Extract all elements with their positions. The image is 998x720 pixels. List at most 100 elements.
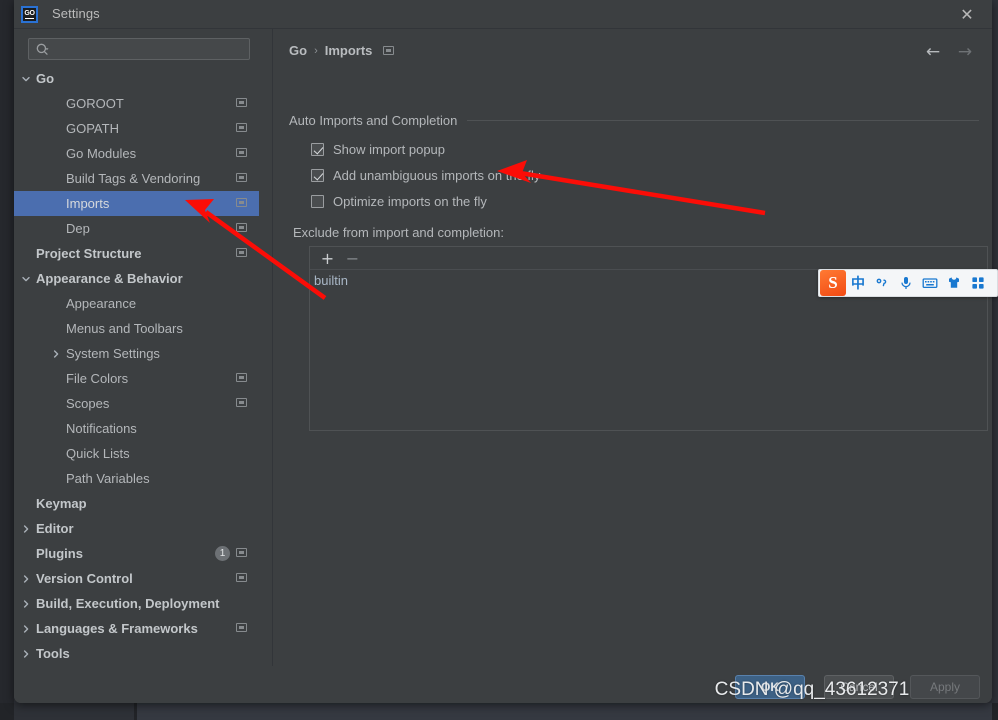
- chevron-right-icon[interactable]: [18, 646, 34, 662]
- ime-toolbar[interactable]: S 中: [818, 269, 998, 297]
- microphone-icon[interactable]: [894, 270, 918, 296]
- checkbox-row-optimize-imports[interactable]: Optimize imports on the fly: [311, 194, 487, 209]
- sidebar-item-appearance-behavior[interactable]: Appearance & Behavior: [14, 266, 259, 291]
- breadcrumb-root[interactable]: Go: [289, 43, 307, 58]
- sidebar-item-notifications[interactable]: Notifications: [14, 416, 259, 441]
- apply-button[interactable]: Apply: [910, 675, 980, 699]
- sidebar-item-label: System Settings: [66, 346, 160, 361]
- sidebar-item-keymap[interactable]: Keymap: [14, 491, 259, 516]
- background-taskbar-segment-right: [137, 703, 992, 720]
- checkbox-optimize-imports[interactable]: [311, 195, 324, 208]
- sogou-logo-icon[interactable]: S: [820, 270, 846, 296]
- sidebar-item-path-variables[interactable]: Path Variables: [14, 466, 259, 491]
- sidebar-item-project-structure[interactable]: Project Structure: [14, 241, 259, 266]
- section-header-auto-imports: Auto Imports and Completion: [289, 113, 979, 128]
- sidebar-item-go-modules[interactable]: Go Modules: [14, 141, 259, 166]
- sidebar-item-gopath[interactable]: GOPATH: [14, 116, 259, 141]
- sidebar-item-label: Languages & Frameworks: [36, 621, 198, 636]
- sidebar-item-plugins[interactable]: Plugins 1: [14, 541, 259, 566]
- checkbox-row-add-unambiguous-imports[interactable]: Add unambiguous imports on the fly: [311, 168, 540, 183]
- sidebar-item-scopes[interactable]: Scopes: [14, 391, 259, 416]
- sidebar-item-label: Tools: [36, 646, 70, 661]
- chevron-down-icon[interactable]: [18, 71, 34, 87]
- project-settings-icon: [236, 373, 247, 382]
- sidebar-item-label: Appearance: [66, 296, 137, 311]
- checkbox-show-import-popup[interactable]: [311, 143, 324, 156]
- project-settings-icon: [236, 198, 247, 207]
- watermark: CSDN @qq_43612371: [714, 679, 910, 700]
- project-settings-icon: [236, 173, 247, 182]
- skin-icon[interactable]: [942, 270, 966, 296]
- chevron-right-icon[interactable]: [48, 346, 64, 362]
- sidebar-item-file-colors[interactable]: File Colors: [14, 366, 259, 391]
- sidebar-item-menus-and-toolbars[interactable]: Menus and Toolbars: [14, 316, 259, 341]
- chevron-right-icon[interactable]: [18, 621, 34, 637]
- sidebar-item-label: Build, Execution, Deployment: [36, 596, 220, 611]
- close-icon[interactable]: ✕: [956, 5, 978, 25]
- project-settings-icon: [236, 223, 247, 232]
- sidebar-item-build-execution-deployment[interactable]: Build, Execution, Deployment: [14, 591, 259, 616]
- search-input[interactable]: [55, 40, 245, 58]
- sidebar-item-version-control[interactable]: Version Control: [14, 566, 259, 591]
- sidebar-item-editor[interactable]: Editor: [14, 516, 259, 541]
- sidebar-item-label: Project Structure: [36, 246, 142, 261]
- sidebar-item-label: GOPATH: [66, 121, 119, 136]
- sidebar-item-imports[interactable]: Imports: [14, 191, 259, 216]
- chinese-mode-icon[interactable]: 中: [846, 270, 870, 296]
- chevron-right-icon[interactable]: [18, 571, 34, 587]
- project-settings-icon: [236, 623, 247, 632]
- checkbox-label-show-import-popup: Show import popup: [333, 142, 446, 157]
- sidebar-item-appearance[interactable]: Appearance: [14, 291, 259, 316]
- sidebar-item-label: Version Control: [36, 571, 133, 586]
- chevron-right-icon[interactable]: [18, 521, 34, 537]
- sidebar-item-dep[interactable]: Dep: [14, 216, 259, 241]
- sidebar-item-label: Quick Lists: [66, 446, 130, 461]
- window-title: Settings: [52, 6, 100, 21]
- sidebar-item-label: Path Variables: [66, 471, 150, 486]
- toolbox-icon[interactable]: [966, 270, 990, 296]
- sidebar-item-badge: 1: [215, 546, 230, 561]
- arrow-right-icon[interactable]: →: [954, 42, 976, 62]
- project-settings-icon: [236, 573, 247, 582]
- punctuation-icon[interactable]: [870, 270, 894, 296]
- checkbox-label-add-unambiguous-imports: Add unambiguous imports on the fly: [333, 168, 541, 183]
- sidebar-item-label: Go: [36, 71, 55, 86]
- sidebar-item-build-tags-vendoring[interactable]: Build Tags & Vendoring: [14, 166, 259, 191]
- checkbox-label-optimize-imports: Optimize imports on the fly: [333, 194, 487, 209]
- add-icon[interactable]: +: [319, 250, 336, 267]
- exclude-list-label: Exclude from import and completion:: [293, 225, 504, 240]
- sidebar-scrollbar-track[interactable]: [262, 32, 518, 680]
- settings-sidebar: Go GOROOT GOPATH Go Modules Build Tags & Ven…: [14, 29, 259, 674]
- settings-content-panel: Go › Imports ← → Auto Imports and Comple…: [273, 29, 992, 674]
- search-icon: [35, 42, 51, 58]
- sidebar-item-label: Notifications: [66, 421, 137, 436]
- sidebar-item-quick-lists[interactable]: Quick Lists: [14, 441, 259, 466]
- remove-icon[interactable]: −: [344, 250, 361, 267]
- search-box[interactable]: [28, 38, 250, 60]
- checkbox-add-unambiguous-imports[interactable]: [311, 169, 324, 182]
- sidebar-item-label: Go Modules: [66, 146, 137, 161]
- chevron-right-icon[interactable]: [18, 596, 34, 612]
- sidebar-item-system-settings[interactable]: System Settings: [14, 341, 259, 366]
- sidebar-item-label: Plugins: [36, 546, 83, 561]
- settings-dialog: GO Settings ✕ Go GOROOT GOPATH Go Module…: [14, 0, 992, 703]
- go-logo-icon: GO: [21, 6, 38, 23]
- sidebar-item-label: Dep: [66, 221, 90, 236]
- project-settings-icon: [236, 123, 247, 132]
- sidebar-item-label: Keymap: [36, 496, 87, 511]
- arrow-left-icon[interactable]: ←: [922, 42, 944, 62]
- checkbox-row-show-import-popup[interactable]: Show import popup: [311, 142, 445, 157]
- chevron-down-icon[interactable]: [18, 271, 34, 287]
- keyboard-icon[interactable]: [918, 270, 942, 296]
- sidebar-item-label: Scopes: [66, 396, 110, 411]
- project-settings-icon: [236, 248, 247, 257]
- sidebar-item-label: Editor: [36, 521, 74, 536]
- sidebar-item-languages-frameworks[interactable]: Languages & Frameworks: [14, 616, 259, 641]
- project-settings-icon: [236, 548, 247, 557]
- sidebar-item-tools[interactable]: Tools: [14, 641, 259, 666]
- sidebar-item-go[interactable]: Go: [14, 66, 259, 91]
- sidebar-item-label: Imports: [66, 196, 110, 211]
- sidebar-item-goroot[interactable]: GOROOT: [14, 91, 259, 116]
- settings-tree[interactable]: Go GOROOT GOPATH Go Modules Build Tags & Ven…: [14, 66, 259, 666]
- project-settings-icon: [236, 148, 247, 157]
